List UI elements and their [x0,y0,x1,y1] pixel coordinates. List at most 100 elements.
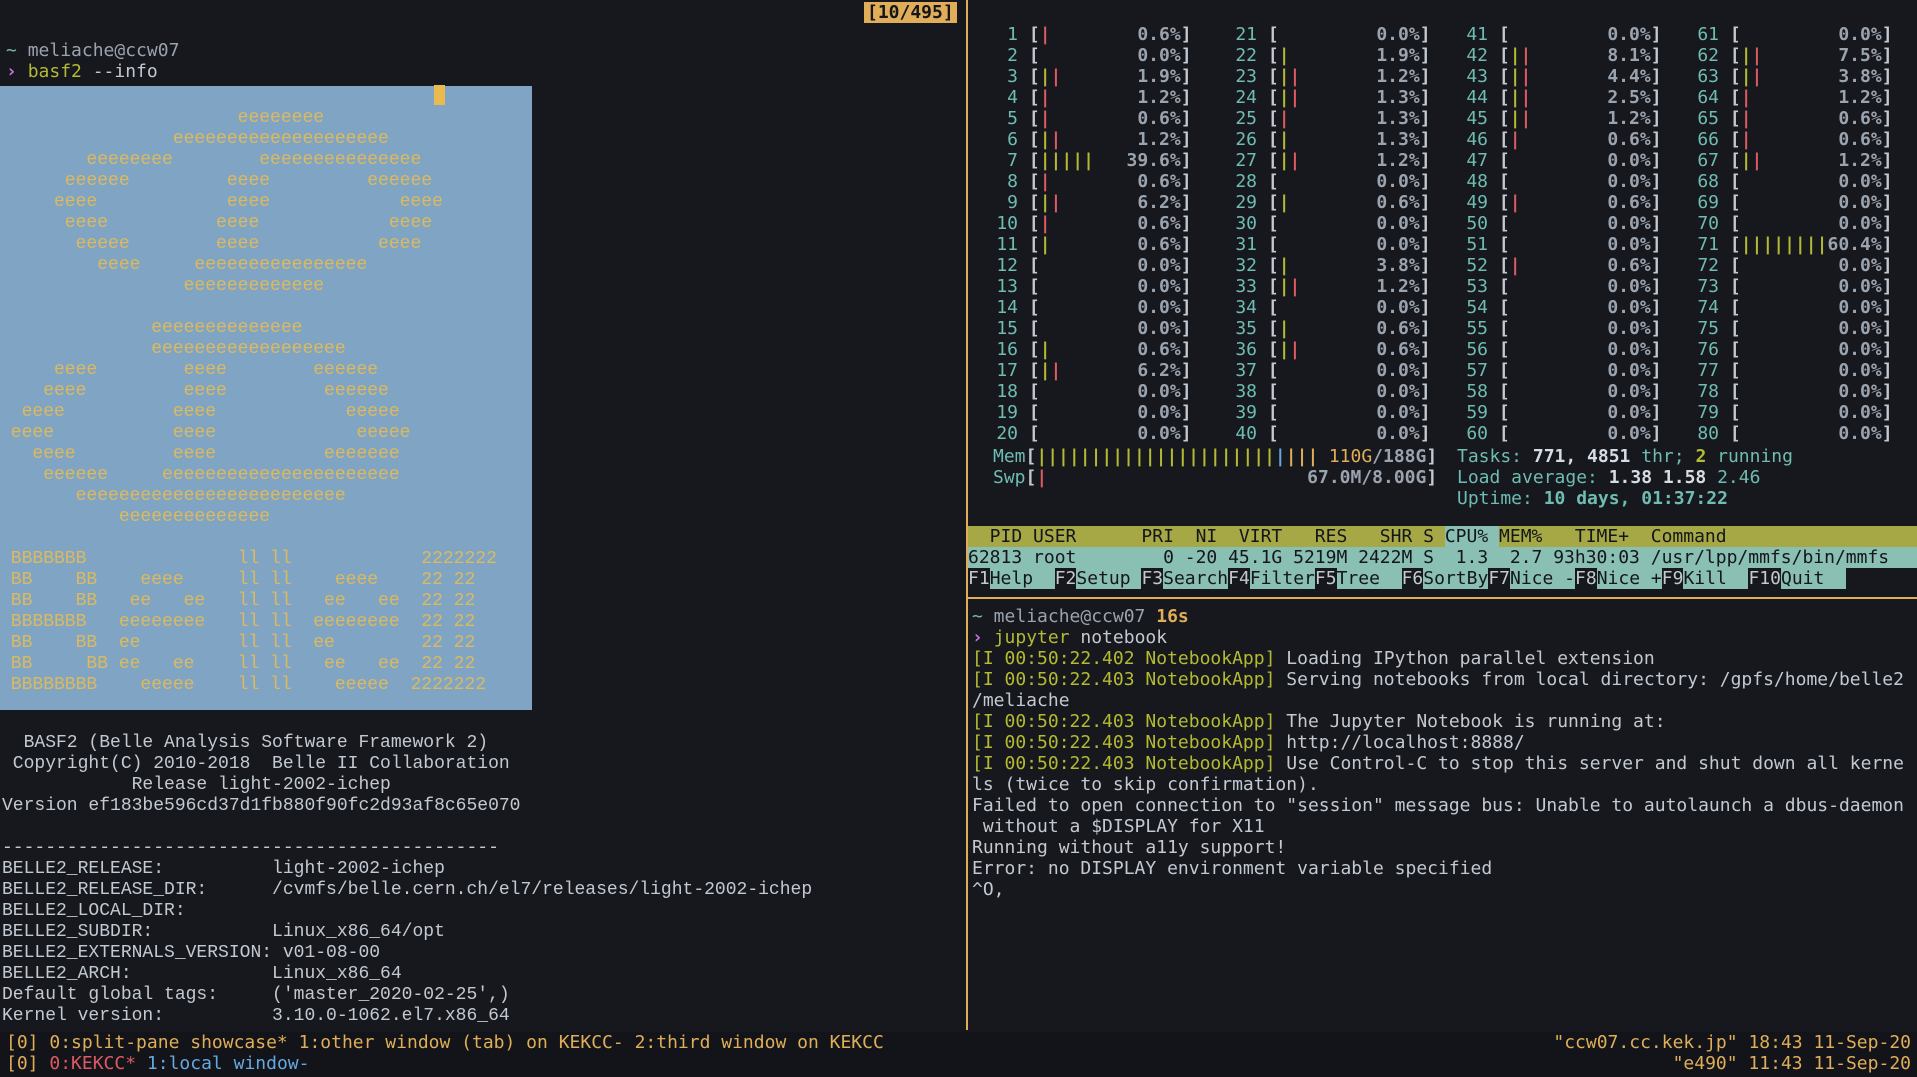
mem-label: Mem [993,446,1026,467]
meter-close-bracket: ] [1181,360,1192,381]
cpu-percent: 0.0% [1838,171,1881,192]
cpu-percent: 0.0% [1376,381,1419,402]
fkey-key: F9 [1662,568,1684,589]
meter-bar: | [1051,192,1062,213]
cpu-meter: 31 [0.0%] [1235,234,1431,255]
cpu-bars: | [1741,87,1752,108]
meter-close-bracket: ] [1651,255,1662,276]
meter-close-bracket: ] [1882,360,1893,381]
window-tab-kekcc[interactable]: 0:KEKCC* [49,1053,147,1074]
window-tab-local[interactable]: 1:local window- [147,1053,310,1074]
log-line: [I 00:50:22.403 NotebookApp] Use Control… [972,753,1904,774]
fkey-button-f1[interactable]: F1Help [968,568,1055,589]
cpu-number: 8 [996,171,1018,192]
user-host [17,40,28,61]
window-tab[interactable]: 1:other window (tab) on KEKCC- [299,1032,635,1053]
header-columns-left: PID USER PRI NI VIRT RES SHR S [968,526,1445,547]
window-tab[interactable]: 2:third window on KEKCC [635,1032,884,1053]
meter-open-bracket: [ [1257,45,1279,66]
cpu-number: 21 [1235,24,1257,45]
meter-close-bracket: ] [1651,318,1662,339]
meter-field: |1.9% [1279,45,1420,66]
meter-bar: | [1279,129,1290,150]
window-tab[interactable]: 0:split-pane showcase* [49,1032,298,1053]
cpu-meter: 53 [0.0%] [1466,276,1662,297]
cpu-meter: 60 [0.0%] [1466,423,1662,444]
meter-field: 0.0% [1510,213,1651,234]
cpu-percent: 1.2% [1137,87,1180,108]
meter-open-bracket: [ [1719,339,1741,360]
cpu-bars: | [1279,129,1290,150]
meter-field: |0.6% [1510,129,1651,150]
meter-bar: | [1510,66,1521,87]
cpu-meter: 39 [0.0%] [1235,402,1431,423]
meter-bar: | [1741,150,1752,171]
process-table-header[interactable]: PID USER PRI NI VIRT RES SHR S CPU% MEM%… [968,526,1917,547]
fkey-button-f4[interactable]: F4Filter [1228,568,1315,589]
fkey-button-f5[interactable]: F5Tree [1315,568,1402,589]
cpu-percent: 0.0% [1137,297,1180,318]
meter-field: 0.0% [1510,402,1651,423]
log-line: without a $DISPLAY for X11 [972,816,1265,837]
meter-bar: | [1279,192,1290,213]
meter-open-bracket: [ [1257,360,1279,381]
process-table-row[interactable]: 62813 root 0 -20 45.1G 5219M 2422M S 1.3… [968,547,1917,568]
meter-field: 0.0% [1741,360,1882,381]
fkey-button-f7[interactable]: F7Nice - [1488,568,1575,589]
meter-field: |1.3% [1279,108,1420,129]
header-cpu-sort-column[interactable]: CPU% [1445,526,1499,547]
pane-divider-vertical[interactable] [966,0,968,1030]
meter-open-bracket: [ [1257,213,1279,234]
cpu-percent: 0.0% [1607,318,1650,339]
log-text: /meliache [972,690,1070,711]
cpu-meter: 23 [||1.2%] [1235,66,1431,87]
cpu-bars: | [1741,129,1752,150]
fkey-button-f8[interactable]: F8Nice + [1575,568,1662,589]
meter-open-bracket: [ [1488,24,1510,45]
log-prefix: [I 00:50:22.402 NotebookApp] [972,648,1275,669]
cpu-number: 2 [996,45,1018,66]
cpu-meter: 33 [||1.2%] [1235,276,1431,297]
log-line: ^O, [972,879,1005,900]
cpu-meter: 54 [0.0%] [1466,297,1662,318]
meter-bar: | [1279,66,1290,87]
fkey-key: F4 [1228,568,1250,589]
meter-field: ||8.1% [1510,45,1651,66]
cpu-number: 29 [1235,192,1257,213]
meter-open-bracket: [ [1018,129,1040,150]
cpu-number: 59 [1466,402,1488,423]
meter-bar: | [1051,360,1062,381]
cpu-meter: 43 [||4.4%] [1466,66,1662,87]
fkey-button-f3[interactable]: F3Search [1141,568,1228,589]
cpu-number: 15 [996,318,1018,339]
meter-close-bracket: ] [1882,297,1893,318]
meter-bar: | [1290,66,1301,87]
meter-close-bracket: ] [1882,423,1893,444]
meter-bar: | [1817,234,1828,255]
cpu-number: 32 [1235,255,1257,276]
meter-close-bracket: ] [1420,402,1431,423]
cpu-meter-column: 41 [0.0%]42 [||8.1%]43 [||4.4%]44 [||2.5… [1466,24,1662,444]
cpu-number: 42 [1466,45,1488,66]
cpu-percent: 0.6% [1607,255,1650,276]
meter-open-bracket: [ [1257,171,1279,192]
fkey-button-f6[interactable]: F6SortBy [1402,568,1489,589]
pane-divider-horizontal[interactable] [966,597,1917,599]
cpu-bars: |||||||| [1741,234,1828,255]
meter-bar: | [1145,446,1156,467]
cpu-bars: || [1510,45,1532,66]
terminal-cursor [434,85,445,105]
meter-bar: | [1279,318,1290,339]
meter-close-bracket: ] [1882,255,1893,276]
fkey-button-f2[interactable]: F2Setup [1055,568,1142,589]
cpu-number: 67 [1697,150,1719,171]
cpu-number: 44 [1466,87,1488,108]
meter-open-bracket: [ [1018,276,1040,297]
memory-meter: Mem[||||||||||||||||||||||||||110G/188G] [993,446,1437,467]
cpu-percent: 6.2% [1137,192,1180,213]
fkey-label: Nice + [1597,568,1662,589]
fkey-button-f9[interactable]: F9Kill [1662,568,1749,589]
log-text: ^O, [972,879,1005,900]
fkey-button-f10[interactable]: F10Quit [1748,568,1846,589]
meter-close-bracket: ] [1882,213,1893,234]
